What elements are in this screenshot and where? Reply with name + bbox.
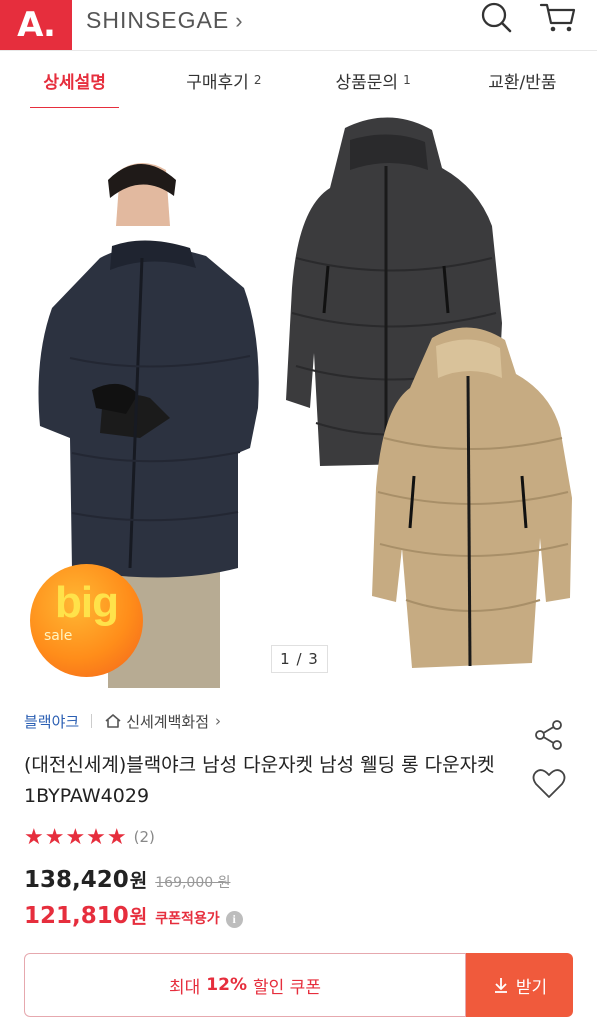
product-image-gallery[interactable]: big sale 1 / 3 bbox=[0, 108, 597, 688]
tab-count: 2 bbox=[253, 73, 262, 87]
image-pager: 1 / 3 bbox=[271, 645, 328, 673]
coupon-price-unit: 원 bbox=[129, 906, 148, 928]
brand-name: SHINSEGAE bbox=[86, 7, 230, 33]
heart-icon bbox=[532, 769, 566, 798]
rating-stars: ★★★★★ bbox=[24, 824, 128, 850]
coupon-banner[interactable]: 최대 12% 할인 쿠폰 bbox=[24, 953, 466, 1017]
tab-label: 상품문의 bbox=[335, 72, 399, 93]
download-icon bbox=[494, 978, 507, 993]
detail-tabs: 상세설명 구매후기 2 상품문의 1 교환/반품 bbox=[0, 50, 597, 110]
big-sale-badge: big sale bbox=[30, 564, 143, 677]
home-icon bbox=[105, 714, 121, 728]
badge-sale-text: sale bbox=[44, 628, 73, 644]
tab-description[interactable]: 상세설명 bbox=[0, 51, 149, 110]
current-price: 138,420 bbox=[24, 867, 129, 893]
tab-inquiries[interactable]: 상품문의 1 bbox=[299, 51, 448, 109]
product-title: (대전신세계)블랙야크 남성 다운자켓 남성 웰딩 롱 다운자켓 1BYPAW4… bbox=[24, 754, 495, 807]
tab-label: 상세설명 bbox=[43, 72, 106, 93]
coupon-suffix: 할인 쿠폰 bbox=[253, 977, 321, 998]
share-icon bbox=[535, 720, 562, 750]
badge-big-text: big bbox=[55, 578, 119, 627]
store-name: 신세계백화점 bbox=[126, 712, 210, 731]
tab-count: 1 bbox=[403, 73, 411, 87]
tab-label: 구매후기 bbox=[186, 72, 249, 93]
coupon-percent: 12% bbox=[206, 975, 247, 995]
share-button[interactable] bbox=[531, 717, 567, 753]
review-count: (2) bbox=[133, 828, 155, 846]
cart-icon bbox=[539, 3, 576, 32]
tab-exchange-return[interactable]: 교환/반품 bbox=[448, 51, 597, 109]
original-price: 169,000 원 bbox=[155, 875, 231, 891]
logo[interactable]: A. bbox=[0, 0, 72, 50]
coupon-price-row: 121,810 원 쿠폰적용가 i bbox=[24, 902, 243, 929]
brand-link[interactable]: 블랙야크 bbox=[24, 711, 79, 732]
coupon-prefix: 최대 bbox=[169, 977, 201, 998]
get-coupon-label: 받기 bbox=[515, 977, 548, 998]
info-icon[interactable]: i bbox=[225, 911, 243, 928]
rating[interactable]: ★★★★★ (2) bbox=[24, 824, 155, 850]
wishlist-button[interactable] bbox=[531, 766, 567, 802]
store-link[interactable]: 신세계백화점 › bbox=[104, 711, 221, 732]
brand-link[interactable]: SHINSEGAE › bbox=[86, 7, 244, 34]
coupon-price: 121,810 bbox=[24, 903, 129, 929]
tab-reviews[interactable]: 구매후기 2 bbox=[149, 51, 298, 109]
price-unit: 원 bbox=[129, 870, 148, 892]
search-button[interactable] bbox=[476, 0, 516, 36]
divider bbox=[91, 714, 93, 728]
brand-store-row: 블랙야크 신세계백화점 › bbox=[24, 708, 221, 734]
cart-button[interactable] bbox=[538, 0, 578, 36]
top-bar: A. SHINSEGAE › bbox=[0, 0, 597, 50]
chevron-right-icon: › bbox=[235, 7, 244, 33]
get-coupon-button[interactable]: 받기 bbox=[466, 953, 573, 1017]
coupon-price-label: 쿠폰적용가 bbox=[155, 911, 220, 927]
chevron-right-icon: › bbox=[215, 712, 222, 730]
tab-label: 교환/반품 bbox=[488, 72, 557, 93]
price-row: 138,420 원 169,000 원 bbox=[24, 866, 230, 893]
search-icon bbox=[481, 2, 512, 33]
